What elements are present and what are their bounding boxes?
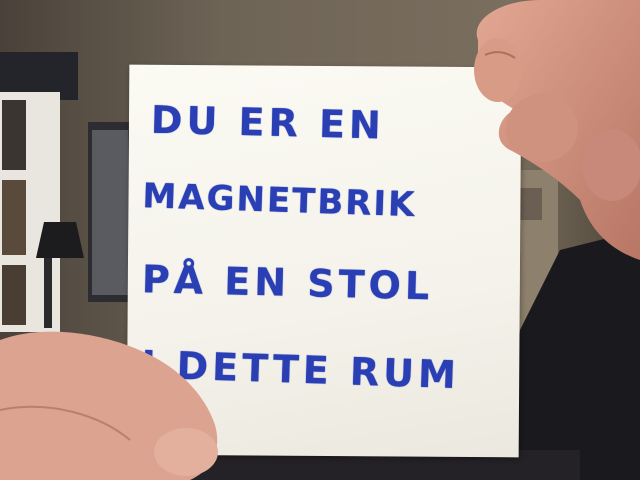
right-finger <box>506 94 578 162</box>
right-hand <box>474 0 640 260</box>
hands <box>0 0 640 480</box>
left-hand <box>0 331 218 480</box>
right-thumb <box>474 38 522 102</box>
left-thumb <box>154 428 218 476</box>
photo-scene: DU ER EN MAGNETBRIK PÅ EN STOL I DETTE R… <box>0 0 640 480</box>
